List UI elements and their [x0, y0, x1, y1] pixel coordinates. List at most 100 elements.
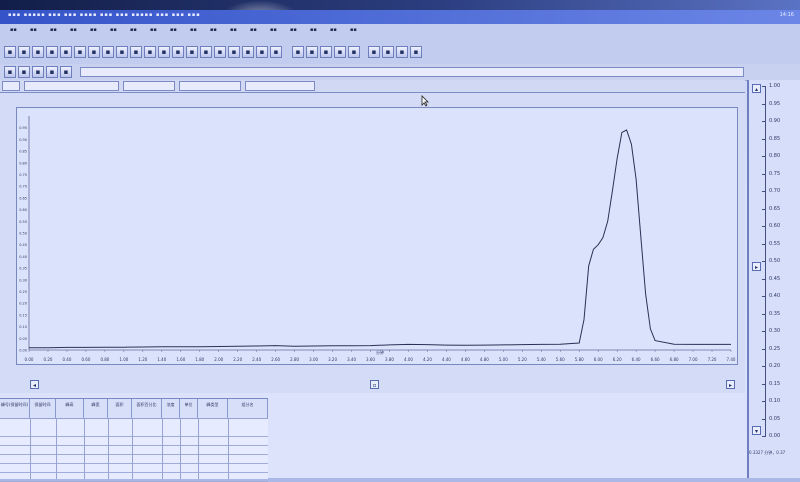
- toolbar-button-23[interactable]: ▪: [320, 46, 332, 58]
- hscroll-right-button[interactable]: ▸: [726, 380, 735, 389]
- filter-combo-2[interactable]: [24, 81, 119, 91]
- menu-item-17[interactable]: ▪▪: [330, 27, 337, 33]
- x-tick-label: 7.40: [727, 357, 736, 362]
- table-header-cell[interactable]: 保留时间: [30, 399, 56, 418]
- secondary-button-5[interactable]: ▪: [60, 66, 72, 78]
- x-tick-label: 1.00: [119, 357, 128, 362]
- toolbar-button-4[interactable]: ▪: [46, 46, 58, 58]
- toolbar-button-20[interactable]: ▪: [270, 46, 282, 58]
- y-tick-label: 0.45: [19, 243, 27, 247]
- toolbar-button-15[interactable]: ▪: [200, 46, 212, 58]
- x-tick-label: 2.60: [271, 357, 280, 362]
- toolbar-button-29[interactable]: ▪: [410, 46, 422, 58]
- icon-toolbar: ▪ ▪ ▪ ▪ ▪ ▪ ▪ ▪ ▪ ▪ ▪ ▪ ▪ ▪ ▪ ▪ ▪ ▪ ▪ ▪ …: [0, 38, 800, 65]
- x-tick-label: 5.60: [556, 357, 565, 362]
- menu-item-12[interactable]: ▪▪: [230, 27, 237, 33]
- toolbar-button-25[interactable]: ▪: [348, 46, 360, 58]
- toolbar-button-17[interactable]: ▪: [228, 46, 240, 58]
- menu-item-9[interactable]: ▪▪: [170, 27, 177, 33]
- right-scale-label: 0.20: [769, 363, 781, 369]
- table-header-cell[interactable]: 浓度: [162, 399, 180, 418]
- menu-item-5[interactable]: ▪▪: [90, 27, 97, 33]
- table-column-divider: [84, 418, 85, 479]
- toolbar-button-27[interactable]: ▪: [382, 46, 394, 58]
- menu-item-3[interactable]: ▪▪: [50, 27, 57, 33]
- right-scale-label: 0.85: [769, 135, 781, 142]
- right-scale-label: 0.45: [769, 275, 781, 282]
- filter-combo-4[interactable]: [179, 81, 241, 91]
- table-header-cell[interactable]: 峰类型: [198, 399, 228, 418]
- toolbar-button-13[interactable]: ▪: [172, 46, 184, 58]
- right-scale-label: 0.70: [769, 188, 781, 194]
- y-tick-label: 0.75: [19, 173, 27, 177]
- table-header-cell[interactable]: 组分名: [228, 399, 268, 418]
- toolbar-button-8[interactable]: ▪: [102, 46, 114, 58]
- toolbar-button-19[interactable]: ▪: [256, 46, 268, 58]
- toolbar-button-6[interactable]: ▪: [74, 46, 86, 58]
- table-header-cell[interactable]: 面积百分比: [132, 399, 162, 418]
- secondary-button-2[interactable]: ▪: [18, 66, 30, 78]
- menu-item-15[interactable]: ▪▪: [290, 27, 297, 33]
- toolbar-button-3[interactable]: ▪: [32, 46, 44, 58]
- toolbar-button-28[interactable]: ▪: [396, 46, 408, 58]
- toolbar-button-14[interactable]: ▪: [186, 46, 198, 58]
- scale-mid-button[interactable]: ▸: [752, 262, 761, 271]
- menu-item-18[interactable]: ▪▪: [350, 27, 357, 33]
- menu-item-8[interactable]: ▪▪: [150, 27, 157, 33]
- right-scale-panel: ▴ ▸ ▾ 1.00 0.95 0.90 0.85 0.80 0.75 0.70 0.65 0.…: [747, 80, 800, 478]
- table-header-cell[interactable]: 峰高: [56, 399, 84, 418]
- table-header-cell[interactable]: 峰宽: [84, 399, 108, 418]
- y-tick-label: 0.00: [19, 349, 27, 353]
- y-tick-label: 0.85: [19, 150, 27, 154]
- menu-item-10[interactable]: ▪▪: [190, 27, 197, 33]
- toolbar-button-5[interactable]: ▪: [60, 46, 72, 58]
- right-scale-label: 0.60: [769, 223, 781, 229]
- secondary-combo[interactable]: [80, 67, 744, 77]
- x-tick-label: 1.80: [195, 357, 204, 362]
- menu-item-14[interactable]: ▪▪: [270, 27, 277, 33]
- filter-combo-5[interactable]: [245, 81, 315, 91]
- toolbar-button-22[interactable]: ▪: [306, 46, 318, 58]
- menu-item-4[interactable]: ▪▪: [70, 27, 77, 33]
- secondary-button-1[interactable]: ▪: [4, 66, 16, 78]
- toolbar-button-12[interactable]: ▪: [158, 46, 170, 58]
- toolbar-button-21[interactable]: ▪: [292, 46, 304, 58]
- table-column-divider: [180, 418, 181, 479]
- toolbar-button-1[interactable]: ▪: [4, 46, 16, 58]
- toolbar-button-18[interactable]: ▪: [242, 46, 254, 58]
- right-scale-tick: [762, 331, 766, 332]
- right-scale-tick: [762, 278, 766, 280]
- toolbar-button-26[interactable]: ▪: [368, 46, 380, 58]
- right-scale-tick: [762, 313, 766, 315]
- toolbar-button-16[interactable]: ▪: [214, 46, 226, 58]
- table-header-cell[interactable]: 单位: [180, 399, 198, 418]
- menu-item-7[interactable]: ▪▪: [130, 27, 137, 33]
- hscroll-left-button[interactable]: ◂: [30, 380, 39, 389]
- menu-item-2[interactable]: ▪▪: [30, 27, 37, 33]
- menu-item-16[interactable]: ▪▪: [310, 27, 317, 33]
- menu-item-1[interactable]: ▪▪: [10, 27, 17, 33]
- toolbar-button-24[interactable]: ▪: [334, 46, 346, 58]
- toolbar-button-11[interactable]: ▪: [144, 46, 156, 58]
- filter-combo-1[interactable]: [2, 81, 20, 91]
- filter-combo-3[interactable]: [123, 81, 175, 91]
- right-scale-readout: 0.3327 分钟，0.37: [749, 450, 786, 455]
- scale-down-button[interactable]: ▾: [752, 426, 761, 435]
- toolbar-button-9[interactable]: ▪: [116, 46, 128, 58]
- table-header-cell[interactable]: 峰号(保留时间): [0, 399, 30, 418]
- toolbar-button-10[interactable]: ▪: [130, 46, 142, 58]
- menu-item-11[interactable]: ▪▪: [210, 27, 217, 33]
- menu-item-13[interactable]: ▪▪: [250, 27, 257, 33]
- x-tick-label: 4.80: [480, 357, 489, 362]
- secondary-button-3[interactable]: ▪: [32, 66, 44, 78]
- hscroll-thumb[interactable]: ▫: [370, 380, 379, 389]
- secondary-button-4[interactable]: ▪: [46, 66, 58, 78]
- right-scale-tick: [762, 418, 766, 420]
- table-header-cell[interactable]: 面积: [108, 399, 132, 418]
- toolbar-button-7[interactable]: ▪: [88, 46, 100, 58]
- y-tick-label: 0.15: [19, 313, 27, 317]
- menu-item-6[interactable]: ▪▪: [110, 27, 117, 33]
- scale-up-button[interactable]: ▴: [752, 84, 761, 93]
- toolbar-button-2[interactable]: ▪: [18, 46, 30, 58]
- filter-row: [0, 80, 745, 92]
